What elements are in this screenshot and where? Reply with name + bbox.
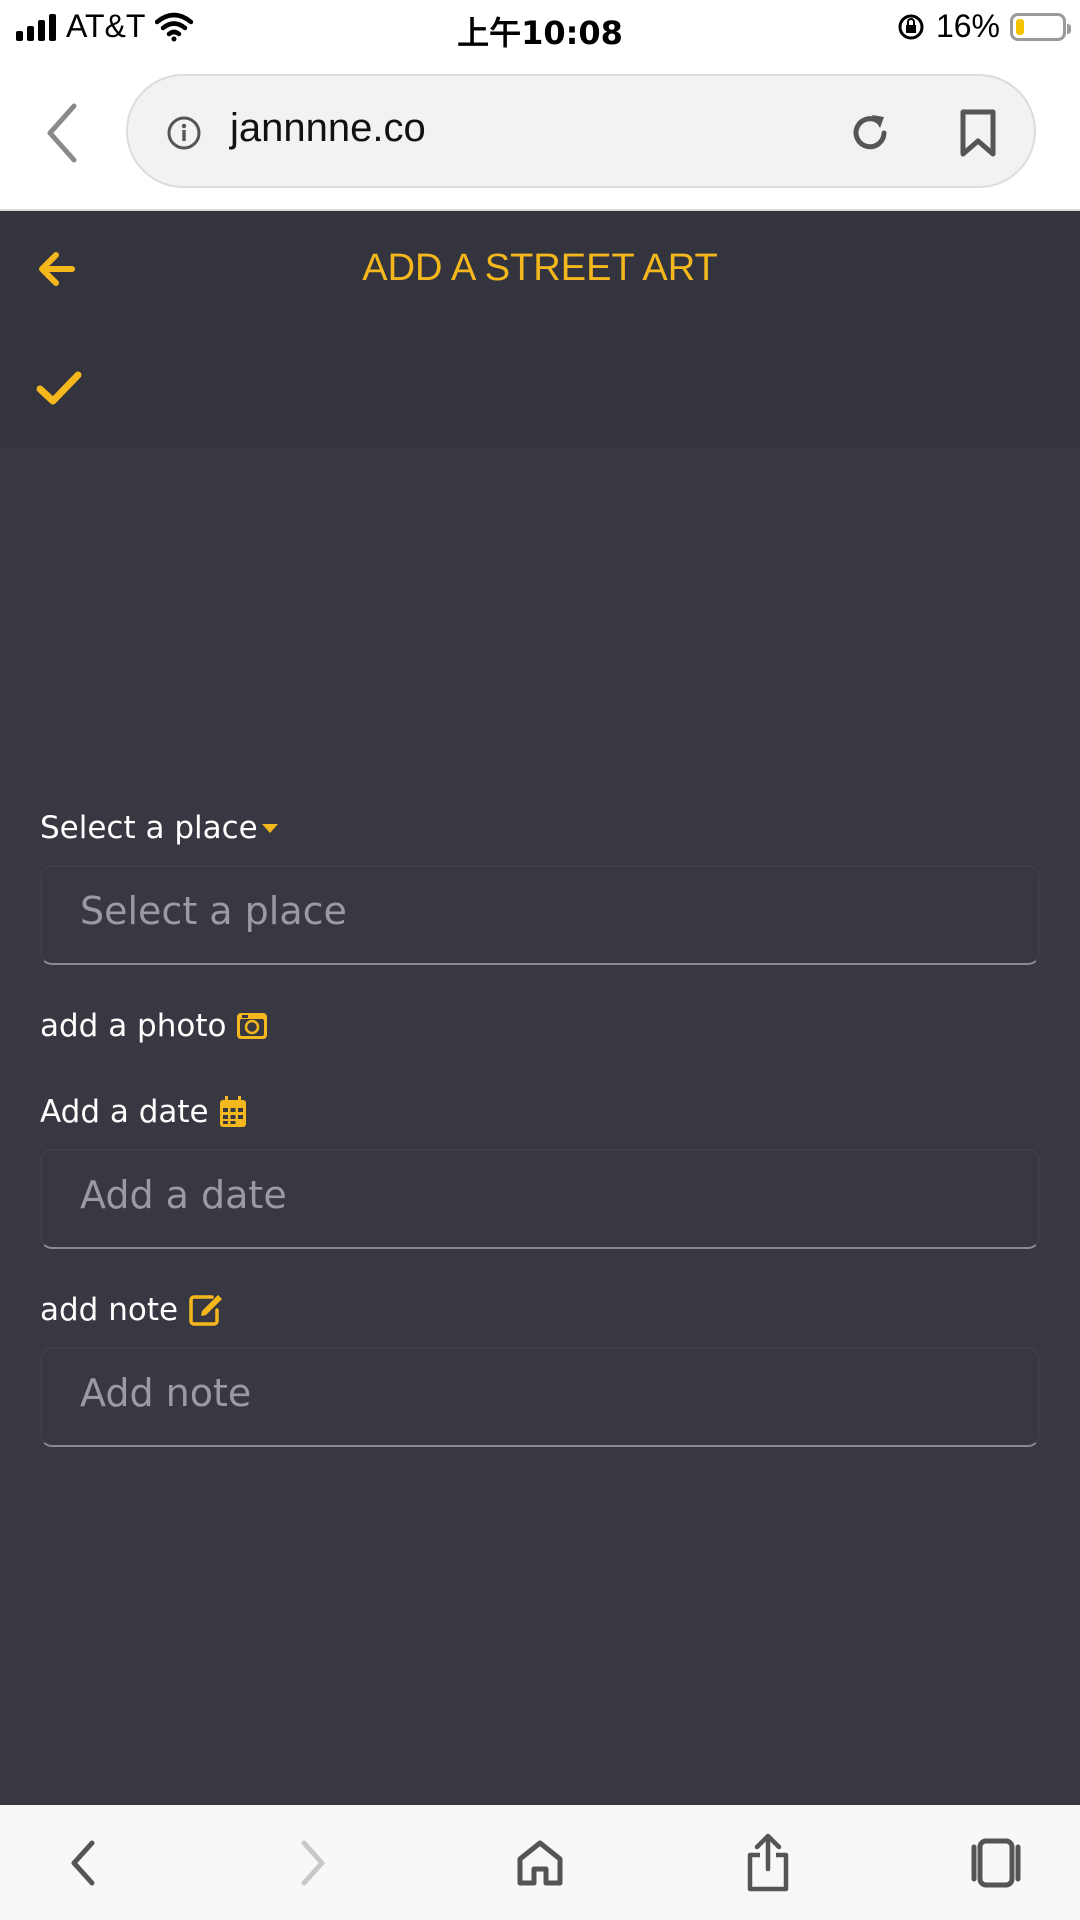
bookmark-icon[interactable] — [958, 108, 998, 158]
place-label-text: Select a place — [40, 810, 258, 846]
toolbar-back-button[interactable] — [54, 1833, 114, 1893]
toolbar-home-button[interactable] — [510, 1833, 570, 1893]
reload-icon[interactable] — [846, 109, 894, 157]
camera-icon[interactable] — [236, 1010, 268, 1042]
calendar-icon[interactable] — [219, 1096, 247, 1128]
note-label: add note — [40, 1292, 224, 1328]
place-select[interactable]: Select a place — [40, 865, 1040, 965]
battery-percent: 16% — [935, 8, 1000, 44]
status-bar: AT&T 上午10:08 16% — [0, 0, 1080, 56]
photo-label-text[interactable]: add a photo — [40, 1008, 226, 1044]
note-input[interactable]: Add note — [40, 1347, 1040, 1447]
address-bar[interactable]: jannnne.co — [126, 74, 1036, 188]
share-icon — [747, 1833, 789, 1892]
place-placeholder: Select a place — [80, 889, 347, 933]
date-input[interactable]: Add a date — [40, 1149, 1040, 1249]
tabs-icon — [971, 1838, 1021, 1888]
note-label-text: add note — [40, 1292, 179, 1328]
app-header: ADD A STREET ART — [0, 211, 1080, 447]
battery-icon — [1010, 12, 1071, 41]
status-right: 16% — [896, 8, 1071, 45]
chevron-left-icon — [71, 1840, 95, 1886]
edit-icon[interactable] — [188, 1293, 224, 1327]
browser-bar: jannnne.co — [0, 56, 1080, 211]
date-label-text: Add a date — [40, 1094, 209, 1130]
note-placeholder: Add note — [80, 1371, 252, 1415]
photo-label[interactable]: add a photo — [40, 1008, 268, 1044]
date-placeholder: Add a date — [80, 1173, 287, 1217]
chevron-right-icon — [301, 1840, 325, 1886]
place-label: Select a place — [40, 810, 280, 846]
check-icon[interactable] — [36, 369, 82, 409]
browser-toolbar — [0, 1805, 1080, 1920]
date-label: Add a date — [40, 1094, 247, 1130]
rotation-lock-icon — [898, 14, 924, 39]
toolbar-forward-button[interactable] — [282, 1833, 342, 1893]
toolbar-share-button[interactable] — [738, 1833, 798, 1893]
url-text[interactable]: jannnne.co — [230, 106, 426, 151]
browser-back-icon[interactable] — [38, 98, 88, 168]
toolbar-tabs-button[interactable] — [966, 1833, 1026, 1893]
home-icon — [517, 1840, 563, 1886]
info-icon[interactable] — [166, 115, 202, 151]
dropdown-caret-icon[interactable] — [260, 822, 280, 834]
page-title: ADD A STREET ART — [362, 247, 718, 289]
